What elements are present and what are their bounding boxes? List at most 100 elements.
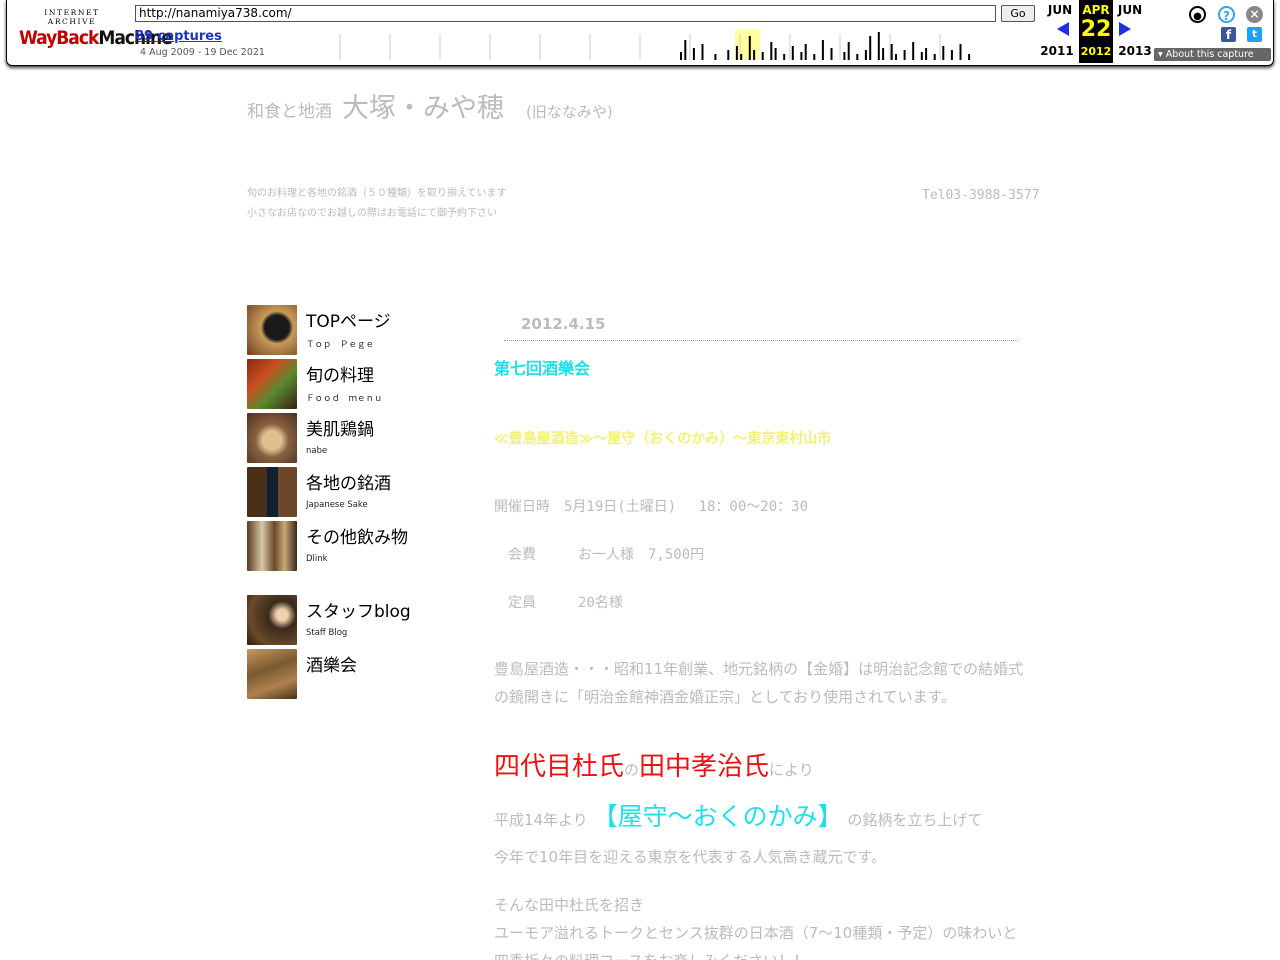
nav-item-staff-blog[interactable]: スタッフblog Staff Blog	[247, 595, 447, 645]
nav-item-sakerakukai[interactable]: 酒樂会	[247, 649, 447, 699]
brewery-reputation: 今年で10年目を迎える東京を代表する人気高き蔵元です。	[494, 848, 887, 866]
event-fee: 会費 お一人様 7,500円	[494, 547, 705, 563]
sparkline-bar	[903, 50, 906, 60]
sparkline-bar	[774, 48, 777, 60]
help-icon[interactable]: ?	[1218, 6, 1235, 23]
sparkline-bar	[912, 42, 915, 60]
toji-by: により	[769, 761, 814, 779]
post-date: 2012.4.15	[521, 315, 606, 333]
nav-thumb-top	[247, 305, 297, 355]
event-date: 開催日時 5月19日(土曜日) 18：00～20：30	[494, 499, 809, 515]
user-icon[interactable]: ●	[1189, 6, 1206, 23]
nav-item-top[interactable]: TOPページ Ｔｏｐ Ｐｅｇｅ	[247, 305, 447, 355]
sparkline-bar	[933, 54, 936, 60]
nav-sublabel: Dlink	[306, 554, 328, 564]
sparkline-bar	[701, 44, 704, 60]
twitter-icon[interactable]: t	[1247, 27, 1262, 42]
nav-label: スタッフblog	[306, 602, 411, 622]
nav-label: 旬の料理	[306, 366, 374, 386]
nav-sublabel: nabe	[306, 446, 328, 456]
about-capture-label: About this capture	[1165, 49, 1254, 60]
logo-wayback: WayBack	[19, 27, 99, 49]
nav-sublabel: Japanese Sake	[306, 500, 368, 510]
sparkline-bar	[821, 40, 824, 60]
sparkline-bar	[877, 32, 880, 60]
sparkline-bar	[727, 50, 730, 60]
sparkline-bar	[925, 48, 928, 60]
event-invite-line1: そんな田中杜氏を招き	[494, 896, 645, 914]
prev-year[interactable]: 2011	[1040, 44, 1074, 58]
captures-link[interactable]: 89 captures	[135, 29, 222, 44]
nav-label: その他飲み物	[306, 528, 408, 548]
site-description-line1: 旬のお料理と各地の銘酒（５０種類）を取り揃えています	[247, 188, 507, 199]
site-title-small: 和食と地酒	[247, 102, 332, 122]
site-description-line2: 小さなお店なのでお越しの際はお電話にて御予約下さい	[247, 208, 497, 219]
nav-item-nabe[interactable]: 美肌鶏鍋 nabe	[247, 413, 447, 463]
prev-month[interactable]: JUN	[1043, 3, 1077, 17]
go-button[interactable]: Go	[1001, 5, 1035, 22]
capture-range: 4 Aug 2009 - 19 Dec 2021	[140, 47, 265, 58]
brewery-heading: ≪豊島屋酒造≫～屋守（おくのかみ）～東京東村山市	[494, 431, 832, 447]
sparkline-bar	[869, 36, 872, 60]
sparkline-bar	[714, 54, 717, 60]
sparkline-current-year	[735, 30, 760, 60]
brand-pre: 平成14年より	[494, 811, 588, 829]
sparkline-bar	[890, 44, 893, 60]
nav-thumb-sake	[247, 467, 297, 517]
sparkline-bar	[783, 54, 786, 60]
next-arrow-icon[interactable]	[1119, 22, 1131, 36]
current-month: APR	[1082, 3, 1110, 17]
nav-sublabel: Ｆｏｏｄ ｍｅｎｕ	[306, 394, 383, 404]
phone-number: Tel03-3988-3577	[922, 188, 1040, 203]
next-month[interactable]: JUN	[1113, 3, 1147, 17]
sparkline-bar	[895, 54, 897, 60]
capture-sparkline[interactable]	[335, 30, 987, 60]
sparkline-bar	[692, 48, 695, 60]
nav-thumb-nabe	[247, 413, 297, 463]
nav-thumb-staff	[247, 595, 297, 645]
current-capture: APR 22 2012	[1079, 0, 1113, 63]
event-capacity: 定員 20名様	[494, 595, 623, 611]
about-capture-button[interactable]: ▾ About this capture	[1154, 48, 1271, 61]
nav-sublabel: Staff Blog	[306, 628, 348, 638]
nav-item-food[interactable]: 旬の料理 Ｆｏｏｄ ｍｅｎｕ	[247, 359, 447, 409]
sparkline-bar	[680, 52, 682, 60]
sparkline-bar	[761, 52, 764, 60]
next-year[interactable]: 2013	[1118, 44, 1152, 58]
logo-internet-archive: INTERNET ARCHIVE	[44, 8, 100, 26]
url-input[interactable]: http://nanamiya738.com/	[135, 5, 996, 22]
prev-arrow-icon[interactable]	[1057, 22, 1069, 36]
toji-no: の	[624, 761, 640, 779]
sparkline-bar	[864, 50, 867, 60]
sparkline-bar	[740, 54, 743, 60]
toji-role: 四代目杜氏	[494, 752, 625, 782]
sparkline-bar	[830, 48, 833, 60]
sparkline-bar	[813, 54, 816, 60]
site-description: 旬のお料理と各地の銘酒（５０種類）を取り揃えています 小さなお店なのでお越しの際…	[247, 184, 507, 224]
sparkline-bar	[942, 46, 945, 60]
nav-thumb-food	[247, 359, 297, 409]
nav-item-drink[interactable]: その他飲み物 Dlink	[247, 521, 447, 571]
sparkline-bar	[968, 54, 971, 60]
nav-thumb-sakerakukai	[247, 649, 297, 699]
wayback-logo[interactable]: INTERNET ARCHIVE WayBackMachine	[19, 8, 173, 50]
brand-line: 平成14年より 【屋守～おくのかみ】 の銘柄を立ち上げて	[494, 800, 1024, 837]
nav-item-sake[interactable]: 各地の銘酒 Japanese Sake	[247, 467, 447, 517]
brand-name: 【屋守～おくのかみ】	[592, 802, 843, 831]
site-title-main: 大塚・みや穂	[342, 93, 504, 124]
event-invite-line2: ユーモア溢れるトークとセンス抜群の日本酒（7～10種類・予定）の味わいと四季折々…	[494, 924, 1018, 960]
nav-label: TOPページ	[306, 312, 391, 332]
sparkline-bar	[800, 52, 803, 60]
site-title: 和食と地酒 大塚・みや穂 (旧ななみや)	[247, 92, 637, 129]
brand-post: の銘柄を立ち上げて	[847, 811, 983, 829]
post-divider	[504, 340, 1018, 341]
post-title[interactable]: 第七回酒樂会	[494, 355, 590, 379]
wayback-toolbar: INTERNET ARCHIVE WayBackMachine http://n…	[6, 0, 1274, 66]
close-icon[interactable]: ×	[1246, 6, 1263, 23]
sparkline-bar	[735, 46, 738, 60]
nav-thumb-drink	[247, 521, 297, 571]
nav-label: 各地の銘酒	[306, 474, 391, 494]
sparkline-bar	[856, 54, 859, 60]
facebook-icon[interactable]: f	[1221, 27, 1236, 42]
site-title-old: (旧ななみや)	[526, 103, 613, 121]
